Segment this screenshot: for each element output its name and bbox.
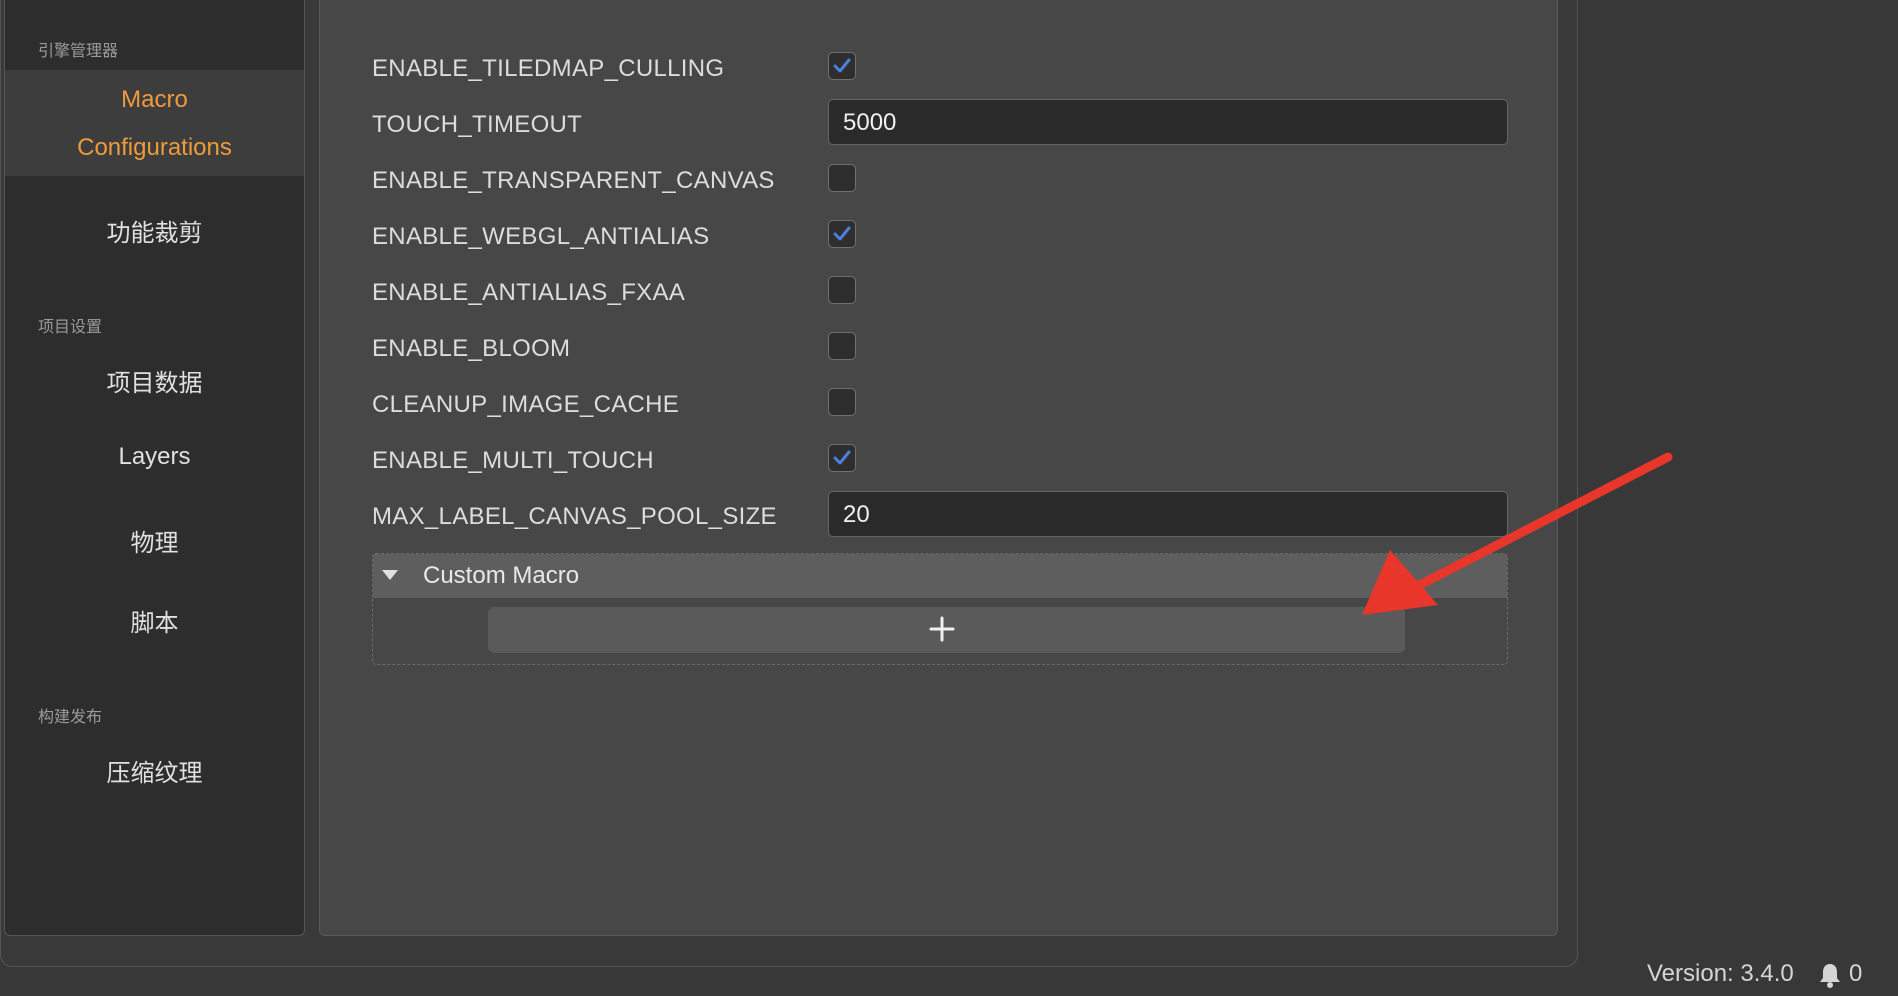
checkmark-icon: [833, 58, 851, 73]
sidebar-item-feature-crop[interactable]: 功能裁剪: [5, 213, 304, 248]
sidebar-group-project-settings: 项目设置: [38, 319, 103, 336]
sidebar-item-scripts[interactable]: 脚本: [5, 603, 304, 638]
version-label: Version: 3.4.0: [1647, 960, 1794, 987]
bell-icon[interactable]: [1818, 962, 1842, 988]
add-custom-macro-button[interactable]: [488, 607, 1405, 653]
macro-checkbox[interactable]: [828, 444, 856, 472]
macro-row: ENABLE_BLOOM: [372, 327, 1512, 367]
custom-macro-header[interactable]: Custom Macro: [373, 554, 1507, 598]
sidebar-group-build-publish: 构建发布: [38, 709, 103, 726]
macro-checkbox[interactable]: [828, 332, 856, 360]
macro-row: ENABLE_TRANSPARENT_CANVAS: [372, 159, 1512, 199]
macro-label: ENABLE_WEBGL_ANTIALIAS: [372, 223, 710, 250]
macro-row: ENABLE_ANTIALIAS_FXAA: [372, 271, 1512, 311]
checkmark-icon: [833, 450, 851, 465]
macro-label: TOUCH_TIMEOUT: [372, 111, 583, 138]
custom-macro-title: Custom Macro: [423, 562, 580, 589]
annotation-arrow: [1362, 452, 1673, 615]
macro-text-field[interactable]: 5000: [828, 99, 1508, 145]
macro-checkbox[interactable]: [828, 164, 856, 192]
macro-label: ENABLE_ANTIALIAS_FXAA: [372, 279, 686, 306]
macro-label: ENABLE_BLOOM: [372, 335, 571, 362]
macro-row: MAX_LABEL_CANVAS_POOL_SIZE 20: [372, 491, 1512, 537]
project-settings-window: 引擎管理器 Macro Configurations 功能裁剪 项目设置 项目数…: [0, 0, 1578, 967]
sidebar-item-label: Macro: [121, 86, 188, 113]
macro-label: CLEANUP_IMAGE_CACHE: [372, 391, 680, 418]
notification-count: 0: [1849, 960, 1863, 987]
macro-label: ENABLE_TRANSPARENT_CANVAS: [372, 167, 775, 194]
sidebar-item-project-data[interactable]: 项目数据: [5, 363, 304, 398]
macro-checkbox[interactable]: [828, 388, 856, 416]
custom-macro-section: Custom Macro: [372, 553, 1508, 665]
sidebar-item-label: Configurations: [77, 134, 232, 161]
sidebar: 引擎管理器 Macro Configurations 功能裁剪 项目设置 项目数…: [4, 0, 305, 936]
macro-row: CLEANUP_IMAGE_CACHE: [372, 383, 1512, 423]
macro-label: MAX_LABEL_CANVAS_POOL_SIZE: [372, 503, 777, 530]
caret-down-icon[interactable]: [381, 569, 399, 581]
macro-row: ENABLE_MULTI_TOUCH: [372, 439, 1512, 479]
macro-label: ENABLE_TILEDMAP_CULLING: [372, 55, 725, 82]
macro-row: ENABLE_TILEDMAP_CULLING: [372, 47, 1512, 87]
sidebar-group-engine-manager: 引擎管理器: [38, 43, 119, 60]
macro-checkbox[interactable]: [828, 52, 856, 80]
macro-label: ENABLE_MULTI_TOUCH: [372, 447, 654, 474]
sidebar-item-layers[interactable]: Layers: [5, 443, 304, 471]
macro-checkbox[interactable]: [828, 220, 856, 248]
macro-checkbox[interactable]: [828, 276, 856, 304]
plus-icon: [929, 616, 955, 642]
sidebar-item-physics[interactable]: 物理: [5, 523, 304, 558]
sidebar-item-texture-compress[interactable]: 压缩纹理: [5, 753, 304, 788]
checkmark-icon: [833, 226, 851, 241]
macro-row: TOUCH_TIMEOUT 5000: [372, 99, 1512, 145]
sidebar-item-macro-configurations[interactable]: Macro Configurations: [5, 70, 304, 176]
macro-row: ENABLE_WEBGL_ANTIALIAS: [372, 215, 1512, 255]
